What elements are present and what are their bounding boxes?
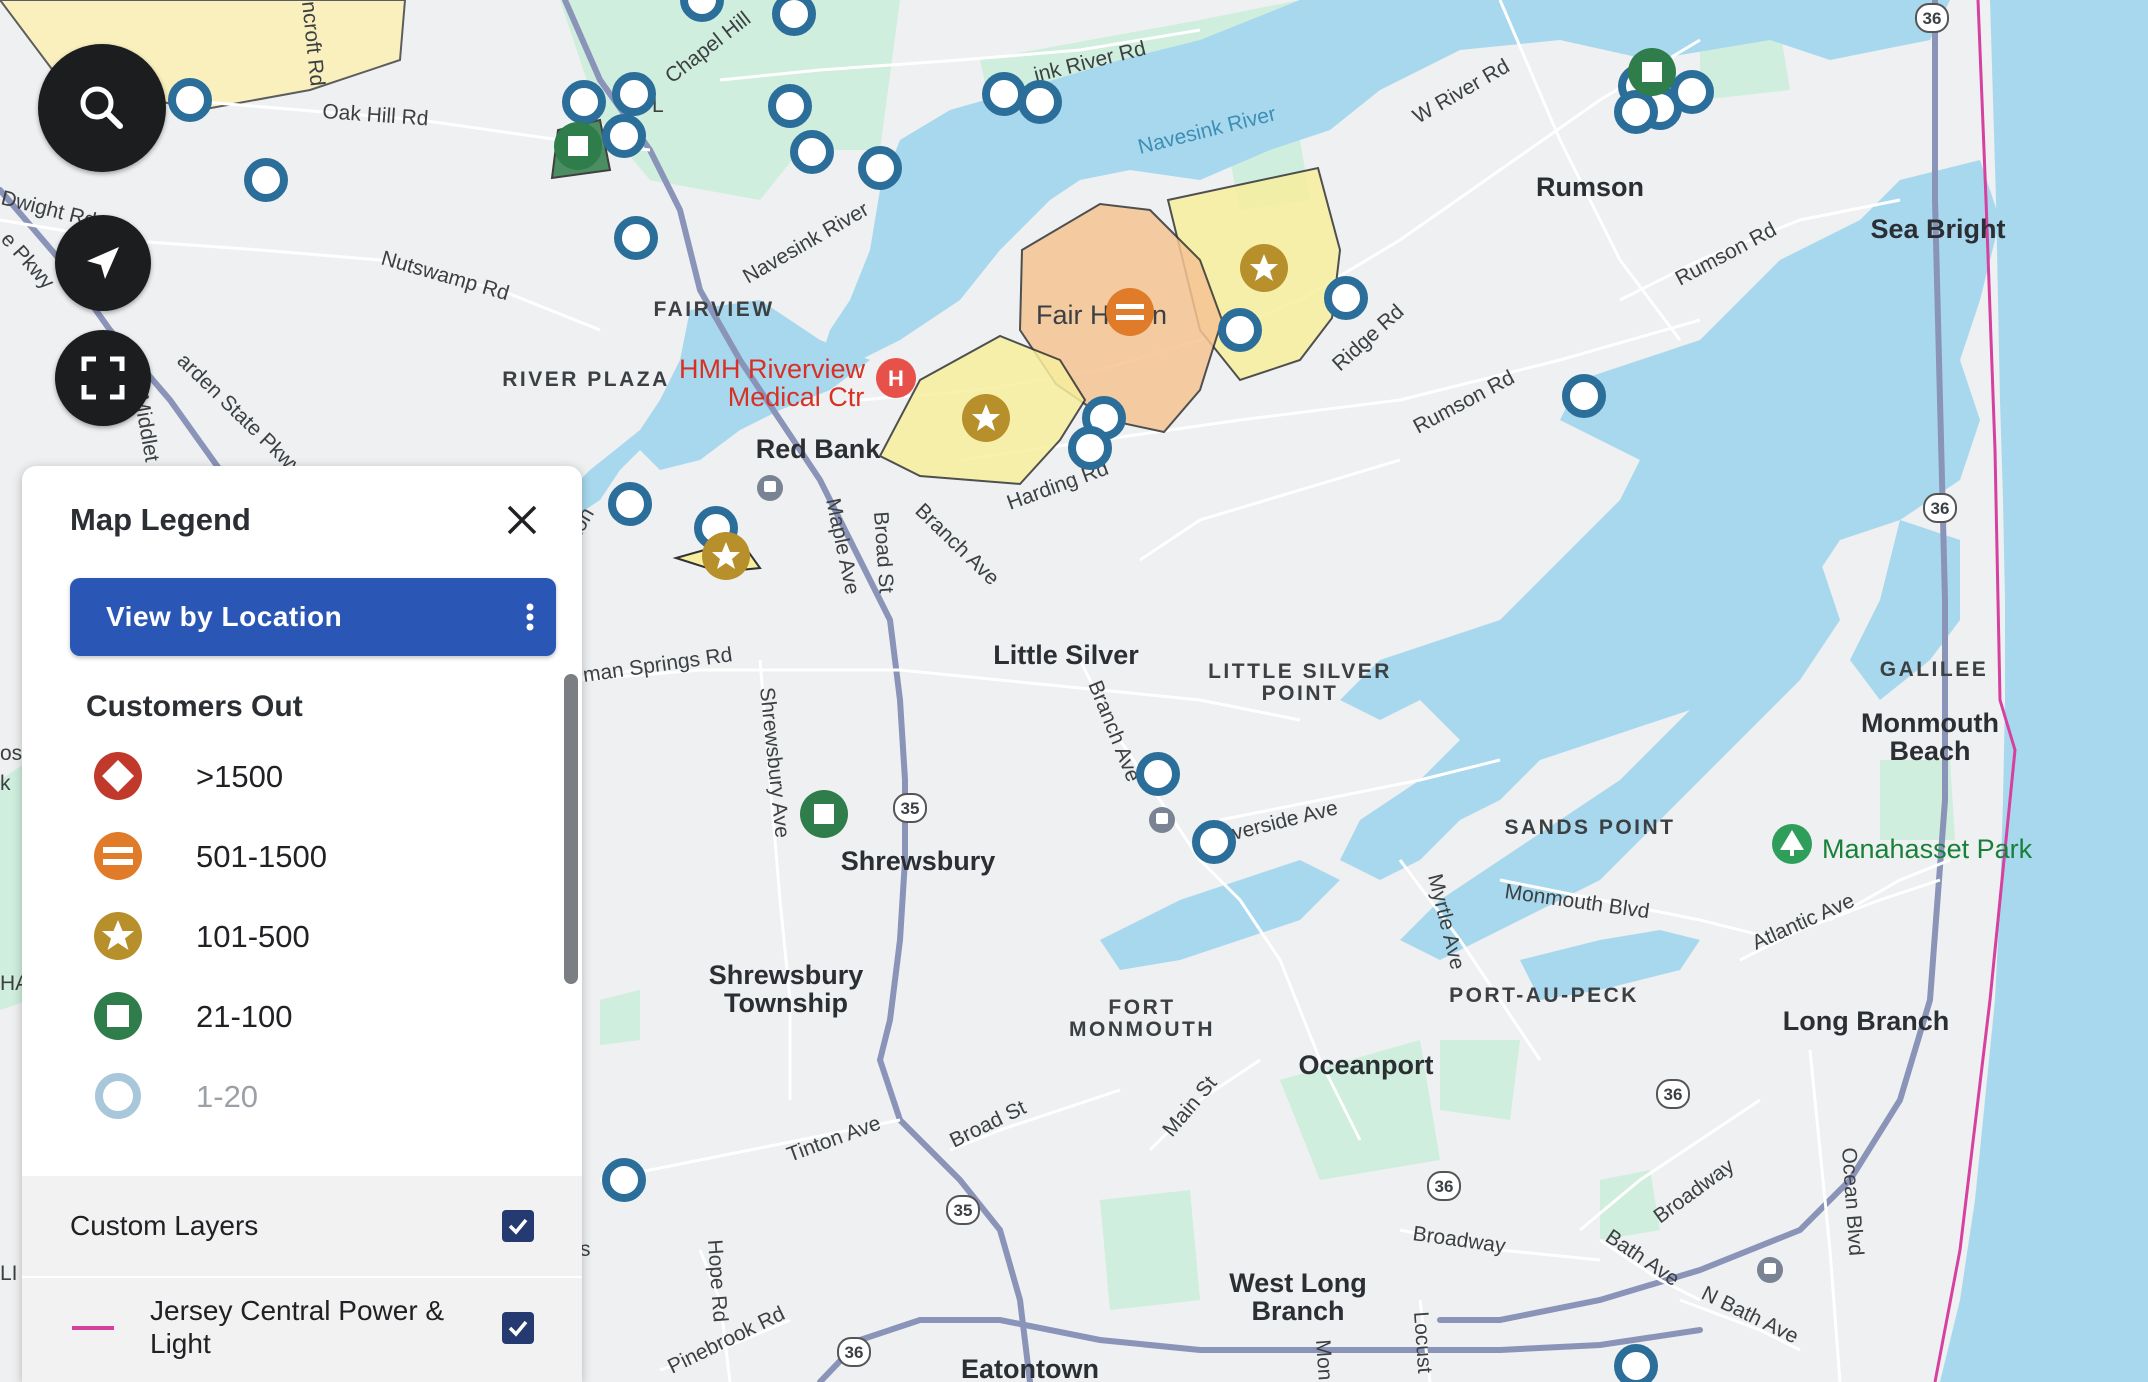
diamond-icon — [94, 752, 142, 800]
svg-text:Monmouth: Monmouth — [1861, 708, 1999, 738]
map-legend-panel: Map Legend View by Location Customers Ou… — [22, 466, 582, 1382]
search-icon — [80, 86, 123, 129]
search-button[interactable] — [38, 44, 166, 172]
jcpl-layer-checkbox[interactable] — [502, 1312, 534, 1344]
svg-text:Locust: Locust — [1409, 1311, 1436, 1374]
svg-text:MONMOUTH: MONMOUTH — [1069, 1018, 1215, 1041]
custom-layers-section: Custom Layers Jersey Central Power & Lig… — [22, 1176, 582, 1382]
svg-text:Shrewsbury: Shrewsbury — [841, 846, 996, 876]
fullscreen-button[interactable] — [55, 330, 151, 426]
legend-row-501-1500: 501-1500 — [92, 828, 532, 884]
ring-icon — [95, 1073, 141, 1119]
svg-text:SANDS POINT: SANDS POINT — [1504, 816, 1675, 839]
customers-out-title: Customers Out — [86, 690, 303, 723]
svg-text:Township: Township — [724, 988, 848, 1018]
custom-layers-label: Custom Layers — [70, 1210, 259, 1241]
more-options-button[interactable] — [510, 596, 550, 638]
legend-row-21-100: 21-100 — [92, 988, 532, 1044]
legend-close-button[interactable] — [496, 494, 548, 546]
svg-text:36: 36 — [1435, 1177, 1454, 1196]
outage-marker-501-1500[interactable] — [1106, 288, 1154, 336]
svg-text:FAIRVIEW: FAIRVIEW — [653, 298, 774, 321]
svg-text:Manahasset Park: Manahasset Park — [1822, 834, 2033, 864]
svg-text:Beach: Beach — [1889, 736, 1970, 766]
square-icon — [94, 992, 142, 1040]
svg-text:H: H — [888, 366, 904, 391]
svg-text:LI: LI — [0, 1262, 18, 1285]
svg-text:RIVER PLAZA: RIVER PLAZA — [502, 368, 670, 391]
check-icon — [508, 1218, 528, 1235]
svg-text:Fair H: Fair H — [1036, 300, 1110, 330]
view-by-location-label: View by Location — [106, 601, 343, 632]
legend-scroll-area[interactable]: Customers Out >1500 501-1500 101-500 21-… — [22, 674, 582, 1144]
layer-row-jcpl: Jersey Central Power & Light — [22, 1278, 582, 1382]
fullscreen-icon — [81, 356, 125, 400]
svg-text:n: n — [1152, 300, 1167, 330]
equals-icon — [94, 832, 142, 880]
layer-line-swatch — [72, 1326, 114, 1330]
legend-title: Map Legend — [70, 502, 251, 537]
svg-text:POINT: POINT — [1262, 682, 1339, 705]
svg-text:k: k — [0, 772, 11, 795]
svg-text:HMH Riverview: HMH Riverview — [679, 354, 866, 384]
svg-text:35: 35 — [954, 1201, 973, 1220]
svg-text:Shrewsbury: Shrewsbury — [709, 960, 864, 990]
svg-text:Long Branch: Long Branch — [1783, 1006, 1950, 1036]
svg-text:West Long: West Long — [1229, 1268, 1367, 1298]
close-icon — [507, 505, 537, 535]
check-icon — [508, 1320, 528, 1337]
legend-scrollbar[interactable] — [564, 674, 578, 984]
legend-row-gt1500: >1500 — [92, 748, 532, 804]
svg-text:Branch: Branch — [1251, 1296, 1344, 1326]
custom-layers-checkbox[interactable] — [502, 1210, 534, 1242]
view-by-location-button[interactable]: View by Location — [70, 578, 556, 656]
svg-text:35: 35 — [901, 799, 920, 818]
svg-text:Mon: Mon — [1311, 1339, 1337, 1381]
svg-text:os: os — [0, 742, 22, 765]
svg-text:Medical Ctr: Medical Ctr — [728, 382, 865, 412]
svg-text:Red Bank: Red Bank — [756, 434, 882, 464]
svg-text:Sea Bright: Sea Bright — [1870, 214, 2005, 244]
legend-row-1-20: 1-20 — [92, 1068, 532, 1124]
svg-text:PORT-AU-PECK: PORT-AU-PECK — [1449, 984, 1639, 1007]
navigation-arrow-icon — [87, 247, 119, 279]
more-vertical-icon — [526, 603, 534, 631]
svg-text:36: 36 — [1664, 1085, 1683, 1104]
svg-text:36: 36 — [1923, 9, 1942, 28]
svg-text:Rumson: Rumson — [1536, 172, 1644, 202]
svg-text:36: 36 — [1931, 499, 1950, 518]
svg-text:36: 36 — [845, 1343, 864, 1362]
svg-text:FORT: FORT — [1108, 996, 1175, 1019]
svg-text:Little Silver: Little Silver — [993, 640, 1139, 670]
legend-row-101-500: 101-500 — [92, 908, 532, 964]
custom-layers-header: Custom Layers — [22, 1176, 582, 1278]
svg-text:GALILEE: GALILEE — [1880, 658, 1989, 681]
layer-name-label: Jersey Central Power & Light — [150, 1295, 445, 1359]
svg-text:LITTLE SILVER: LITTLE SILVER — [1208, 660, 1392, 683]
svg-text:Oceanport: Oceanport — [1298, 1050, 1433, 1080]
star-icon — [94, 912, 142, 960]
svg-text:Eatontown: Eatontown — [961, 1354, 1099, 1382]
locate-button[interactable] — [55, 215, 151, 311]
